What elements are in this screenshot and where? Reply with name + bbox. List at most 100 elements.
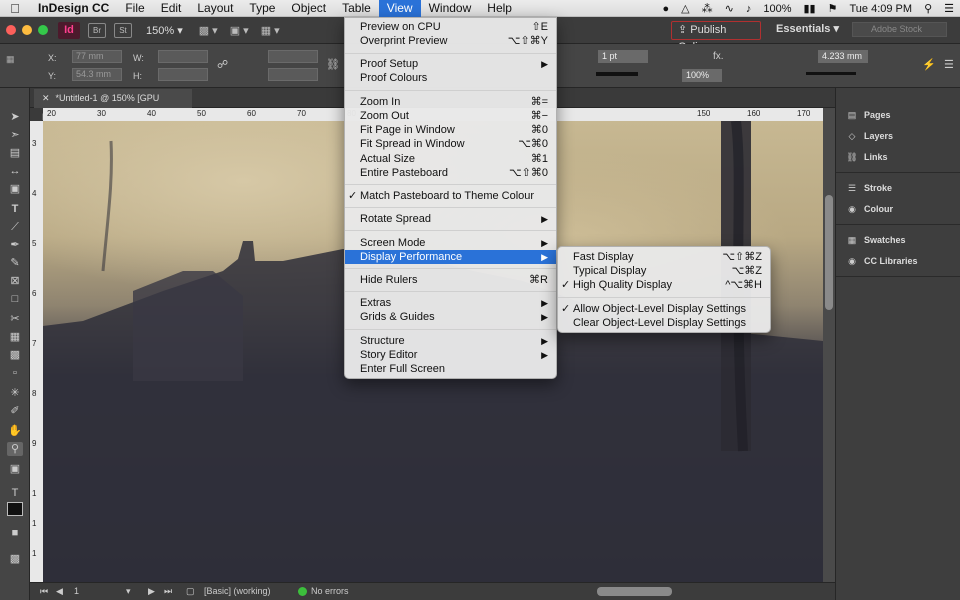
menu-item-fit-page[interactable]: Fit Page in Window ⌘0 [345, 123, 556, 137]
gap-tool-icon[interactable]: ↔ [7, 164, 23, 178]
menu-item-overprint-preview[interactable]: Overprint Preview ⌥⇧⌘Y [345, 34, 556, 48]
vertical-scrollbar-thumb[interactable] [825, 195, 833, 310]
panel-layers[interactable]: ◇ Layers [844, 127, 956, 145]
menu-item-rotate-spread[interactable]: Rotate Spread ▶ [345, 212, 556, 226]
menu-item-fast-display[interactable]: Fast Display ⌥⇧⌘Z [558, 250, 770, 264]
pencil-tool-icon[interactable]: ✎ [7, 256, 23, 270]
stock-button[interactable]: St [114, 22, 132, 38]
creative-cloud-icon[interactable]: ● [657, 3, 676, 15]
menu-file[interactable]: File [117, 0, 152, 17]
wifi-icon[interactable]: ∿ [719, 2, 740, 15]
menu-item-display-performance[interactable]: Display Performance ▶ [345, 250, 556, 264]
menu-help[interactable]: Help [479, 0, 520, 17]
menu-item-fit-spread[interactable]: Fit Spread in Window ⌥⌘0 [345, 137, 556, 151]
volume-icon[interactable]: ♪ [740, 3, 758, 15]
y-field[interactable]: 54.3 mm [72, 68, 122, 81]
selection-tool-icon[interactable]: ➤ [7, 110, 23, 124]
adobe-stock-search[interactable]: Adobe Stock [852, 22, 947, 37]
menu-item-preview-on-cpu[interactable]: Preview on CPU ⇧E [345, 20, 556, 34]
battery-percent[interactable]: 100% [757, 3, 797, 15]
formatting-affects-text-icon[interactable]: T [7, 486, 23, 500]
panel-swatches[interactable]: ▦ Swatches [844, 231, 956, 249]
view-options-icon[interactable]: ▩ ▾ [199, 24, 218, 37]
scissors-tool-icon[interactable]: ✂ [7, 312, 23, 326]
workspace-switcher[interactable]: Essentials ▾ [776, 22, 839, 35]
direct-selection-tool-icon[interactable]: ➣ [7, 128, 23, 142]
first-page-icon[interactable]: ⏮ [40, 586, 48, 597]
menu-item-typical-display[interactable]: Typical Display ⌥⌘Z [558, 264, 770, 278]
menu-table[interactable]: Table [334, 0, 379, 17]
menu-item-zoom-out[interactable]: Zoom Out ⌘− [345, 109, 556, 123]
menu-item-story-editor[interactable]: Story Editor ▶ [345, 348, 556, 362]
default-fill-stroke-icon[interactable]: ▣ [7, 462, 23, 476]
minimize-window-button[interactable] [22, 25, 32, 35]
preflight-status[interactable]: No errors [311, 586, 349, 596]
menu-item-grids-guides[interactable]: Grids & Guides ▶ [345, 310, 556, 324]
panel-menu-icon[interactable]: ☰ [944, 58, 954, 71]
gradient-tool-icon[interactable]: ▩ [7, 348, 23, 362]
menu-item-extras[interactable]: Extras ▶ [345, 296, 556, 310]
vertical-ruler[interactable]: 3 4 5 6 7 8 9 1 1 1 [30, 121, 43, 582]
hand-tool-icon[interactable]: ✋ [7, 424, 23, 438]
panel-pages[interactable]: ▤ Pages [844, 106, 956, 124]
close-tab-icon[interactable]: ✕ [42, 93, 50, 103]
rectangle-tool-icon[interactable]: □ [7, 292, 23, 306]
line-tool-icon[interactable]: ⟋ [7, 220, 23, 234]
constrain-proportions-icon[interactable]: ☍ [217, 58, 228, 71]
scale-y-field[interactable] [268, 68, 318, 81]
zoom-level-dropdown[interactable]: 150% ▾ [146, 24, 183, 37]
menu-item-hide-rulers[interactable]: Hide Rulers ⌘R [345, 273, 556, 287]
spotlight-icon[interactable]: ⚲ [918, 2, 938, 15]
stroke-type-preview[interactable] [596, 72, 638, 76]
screen-mode-icon[interactable]: ▣ ▾ [230, 24, 249, 37]
link-icon[interactable]: ⛓ [326, 58, 340, 71]
width-field[interactable] [158, 50, 208, 63]
page-dropdown-icon[interactable]: ▾ [126, 586, 131, 597]
menu-object[interactable]: Object [283, 0, 334, 17]
panel-cc-libraries[interactable]: ◉ CC Libraries [844, 252, 956, 270]
page-number-field[interactable]: 1 [74, 586, 79, 596]
horizontal-scrollbar-thumb[interactable] [597, 587, 672, 596]
dimension-field[interactable]: 4.233 mm [818, 50, 868, 63]
quick-apply-icon[interactable]: ⚡ [922, 58, 936, 71]
vertical-scrollbar[interactable] [823, 108, 835, 582]
fill-stroke-swatch[interactable] [7, 502, 23, 516]
type-tool-icon[interactable]: T [7, 202, 23, 216]
panel-colour[interactable]: ◉ Colour [844, 200, 956, 218]
preflight-profile[interactable]: [Basic] (working) [204, 586, 271, 596]
publish-online-button[interactable]: ⇪ Publish Online [671, 21, 761, 53]
free-transform-tool-icon[interactable]: ▦ [7, 330, 23, 344]
drive-icon[interactable]: △ [675, 2, 695, 15]
zoom-window-button[interactable] [38, 25, 48, 35]
menu-item-actual-size[interactable]: Actual Size ⌘1 [345, 152, 556, 166]
rectangle-frame-tool-icon[interactable]: ⊠ [7, 274, 23, 288]
open-page-icon[interactable]: ▢ [186, 586, 195, 597]
scale-x-field[interactable] [268, 50, 318, 63]
apple-menu-icon[interactable]:  [0, 0, 30, 17]
color-theme-tool-icon[interactable]: ✳ [7, 386, 23, 400]
menu-item-match-pasteboard[interactable]: ✓ Match Pasteboard to Theme Colour [345, 189, 556, 203]
menu-item-high-quality-display[interactable]: ✓ High Quality Display ^⌥⌘H [558, 278, 770, 292]
notification-icon[interactable]: ☰ [938, 2, 960, 15]
bridge-button[interactable]: Br [88, 22, 106, 38]
zoom-tool-icon[interactable]: ⚲ [7, 442, 23, 456]
document-tab[interactable]: ✕*Untitled-1 @ 150% [GPU Preview] [34, 89, 192, 122]
next-page-icon[interactable]: ▶ [148, 586, 155, 597]
height-field[interactable] [158, 68, 208, 81]
opacity-field[interactable]: 100% [682, 69, 722, 82]
stroke-style-preview[interactable] [806, 72, 856, 75]
menu-layout[interactable]: Layout [189, 0, 241, 17]
stroke-weight-field[interactable]: 1 pt [598, 50, 648, 63]
menu-item-structure[interactable]: Structure ▶ [345, 334, 556, 348]
pen-tool-icon[interactable]: ✒ [7, 238, 23, 252]
page-tool-icon[interactable]: ▤ [7, 146, 23, 160]
prev-page-icon[interactable]: ◀ [56, 586, 63, 597]
app-menu[interactable]: InDesign CC [30, 0, 117, 17]
eyedropper-tool-icon[interactable]: ✐ [7, 404, 23, 418]
effects-icon[interactable]: fx. [713, 51, 724, 62]
menu-item-allow-object-level[interactable]: ✓ Allow Object-Level Display Settings [558, 302, 770, 316]
menu-item-proof-setup[interactable]: Proof Setup ▶ [345, 57, 556, 71]
note-tool-icon[interactable]: ▫ [7, 366, 23, 380]
menu-item-proof-colours[interactable]: Proof Colours [345, 71, 556, 85]
menu-type[interactable]: Type [241, 0, 283, 17]
